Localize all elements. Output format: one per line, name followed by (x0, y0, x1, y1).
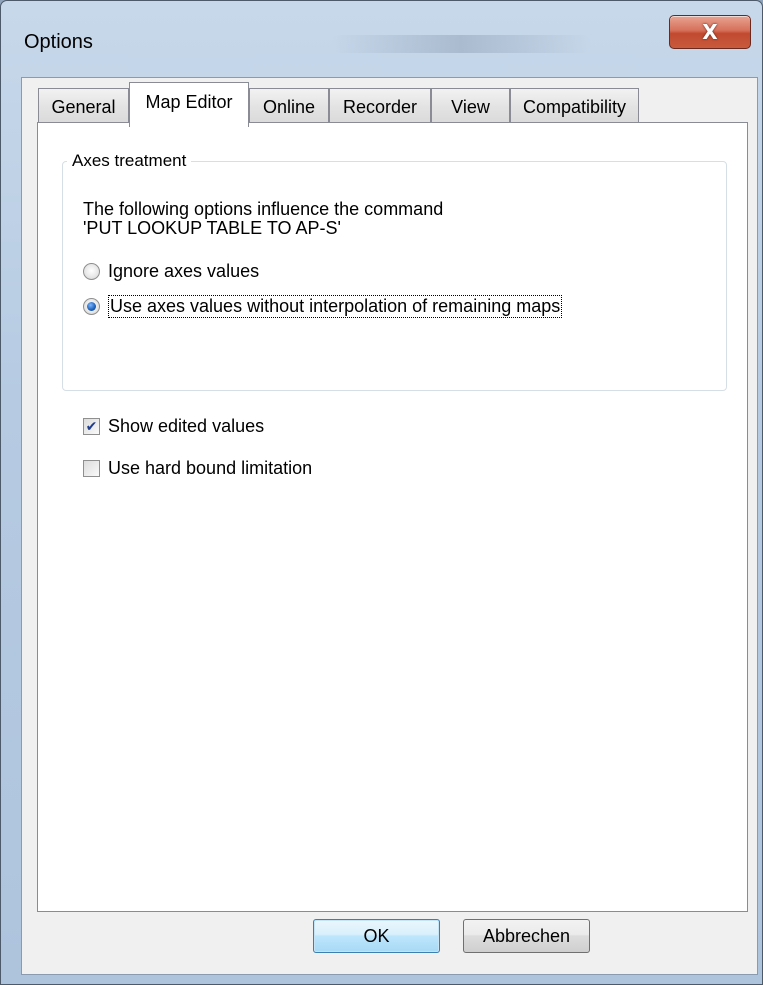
tab-compatibility[interactable]: Compatibility (510, 88, 639, 125)
window-title: Options (24, 31, 93, 53)
title-bar[interactable]: Options X (1, 1, 762, 77)
tab-online[interactable]: Online (249, 88, 329, 125)
ignore-axes-label[interactable]: Ignore axes values (108, 261, 259, 282)
use-axes-radio[interactable] (83, 298, 100, 315)
tab-strip: General Map Editor Online Recorder View … (38, 82, 738, 127)
map-editor-panel: Axes treatment The following options inf… (37, 122, 748, 912)
use-axes-radio-option[interactable]: Use axes values without interpolation of… (83, 295, 563, 318)
cancel-button[interactable]: Abbrechen (463, 919, 590, 953)
ok-button[interactable]: OK (313, 919, 440, 953)
axes-description: The following options influence the comm… (83, 200, 443, 238)
show-edited-values-option[interactable]: ✔ Show edited values (83, 416, 264, 437)
axes-treatment-legend: Axes treatment (67, 151, 192, 171)
tab-recorder[interactable]: Recorder (329, 88, 431, 125)
hard-bound-limitation-checkbox[interactable] (83, 460, 100, 477)
hard-bound-limitation-label[interactable]: Use hard bound limitation (108, 458, 312, 479)
hard-bound-limitation-option[interactable]: Use hard bound limitation (83, 458, 312, 479)
options-dialog: Options X General Map Editor Online Reco… (0, 0, 763, 985)
background-window-title-blur (331, 35, 591, 53)
ignore-axes-radio-option[interactable]: Ignore axes values (83, 261, 259, 282)
close-icon: X (702, 20, 718, 44)
show-edited-values-checkbox[interactable]: ✔ (83, 418, 100, 435)
show-edited-values-label[interactable]: Show edited values (108, 416, 264, 437)
axes-description-line-1: The following options influence the comm… (83, 199, 444, 219)
tab-map-editor[interactable]: Map Editor (129, 82, 249, 127)
axes-description-line-2: 'PUT LOOKUP TABLE TO AP-S' (83, 218, 341, 238)
dialog-client-area: General Map Editor Online Recorder View … (21, 77, 758, 975)
axes-treatment-group: Axes treatment The following options inf… (62, 151, 727, 391)
ignore-axes-radio[interactable] (83, 263, 100, 280)
use-axes-label[interactable]: Use axes values without interpolation of… (108, 295, 563, 318)
tab-general[interactable]: General (38, 88, 129, 125)
tab-view[interactable]: View (431, 88, 510, 125)
close-button[interactable]: X (669, 15, 751, 49)
